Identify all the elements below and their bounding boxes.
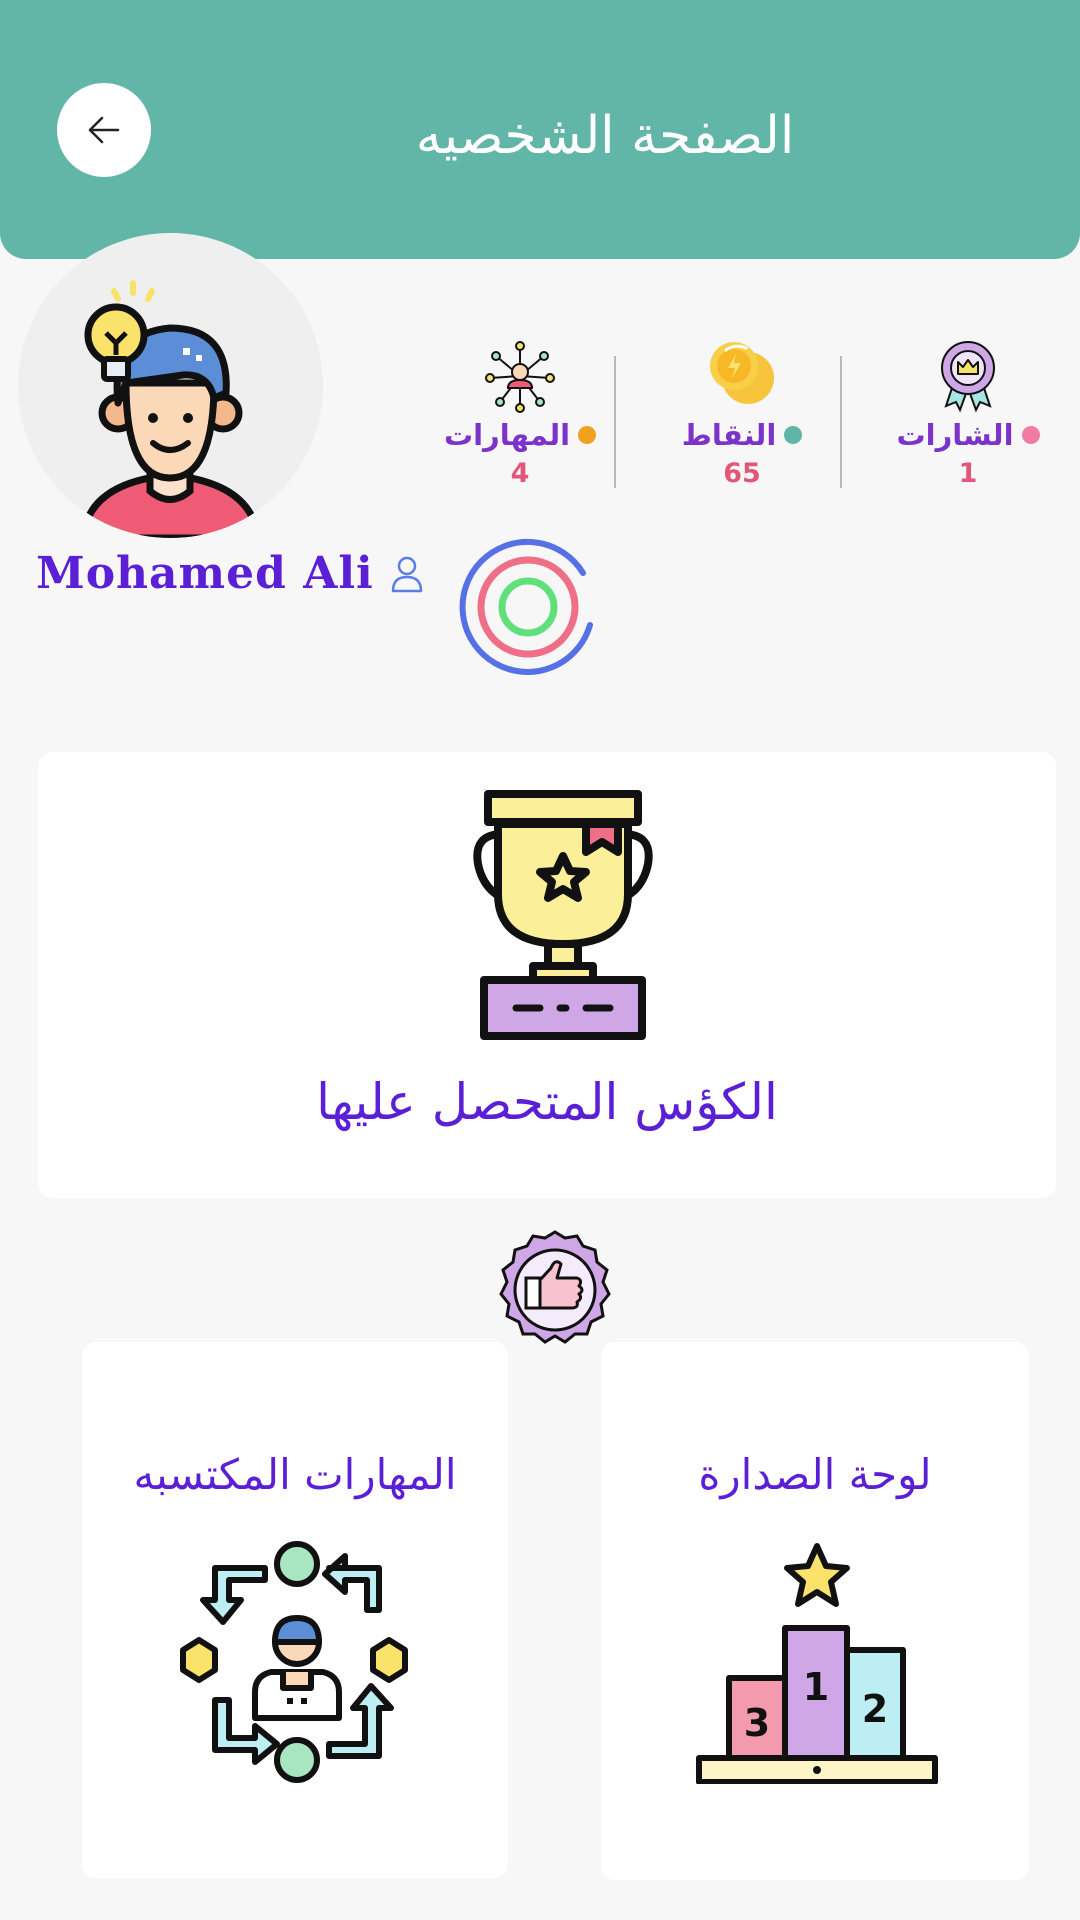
back-button[interactable] [57, 83, 151, 177]
stat-badges-label: الشارات [868, 418, 1068, 452]
stat-skills-label: المهارات [420, 418, 620, 452]
cups-card[interactable]: الكؤس المتحصل عليها [38, 752, 1056, 1198]
svg-text:2: 2 [862, 1687, 888, 1731]
coins-icon [710, 342, 774, 404]
user-name-row: Mohamed Ali [36, 548, 424, 599]
skills-cycle-icon [180, 1541, 408, 1783]
activity-rings [459, 538, 593, 675]
stats-row: المهارات 4 النقاط 65 الشارات 1 [420, 330, 1060, 500]
cups-title: الكؤس المتحصل عليها [316, 1073, 778, 1131]
stat-points-dot [784, 426, 803, 444]
stat-skills-text: المهارات [443, 418, 571, 452]
stat-badges[interactable]: الشارات 1 [868, 330, 1068, 500]
podium-icon: 1 2 3 [696, 1543, 938, 1784]
thumbs-up-badge-icon[interactable] [493, 1228, 617, 1352]
network-skills-icon [485, 341, 555, 413]
trophy-icon [473, 790, 653, 1040]
boy-lightbulb-avatar [79, 280, 262, 538]
stat-points[interactable]: النقاط 65 [642, 330, 842, 500]
stat-badges-text: الشارات [896, 418, 1014, 452]
person-outline-icon [391, 556, 423, 592]
svg-text:1: 1 [803, 1665, 829, 1709]
stat-divider [614, 356, 616, 488]
leaderboard-card[interactable]: لوحة الصدارة 1 2 3 [601, 1342, 1029, 1880]
stat-badges-value: 1 [958, 458, 978, 489]
stat-badges-dot [1021, 426, 1040, 444]
stat-skills-value: 4 [510, 458, 530, 489]
stat-points-value: 65 [723, 458, 761, 489]
svg-text:3: 3 [744, 1701, 770, 1745]
skills-card-title: المهارات المكتسبه [133, 1450, 457, 1499]
stat-points-label: النقاط [642, 418, 842, 452]
stat-divider [840, 356, 842, 488]
stat-skills-dot [578, 426, 597, 444]
app-header: الصفحة الشخصيه [0, 0, 1080, 259]
stat-skills[interactable]: المهارات 4 [420, 330, 620, 500]
arrow-left-icon [88, 116, 120, 144]
stat-points-text: النقاط [681, 418, 777, 452]
skills-card[interactable]: المهارات المكتسبه [82, 1342, 508, 1878]
page-title: الصفحة الشخصيه [415, 106, 795, 166]
user-name: Mohamed Ali [36, 548, 374, 599]
medal-crown-icon [941, 341, 995, 413]
leaderboard-card-title: لوحة الصدارة [698, 1450, 932, 1499]
avatar[interactable] [18, 233, 323, 538]
